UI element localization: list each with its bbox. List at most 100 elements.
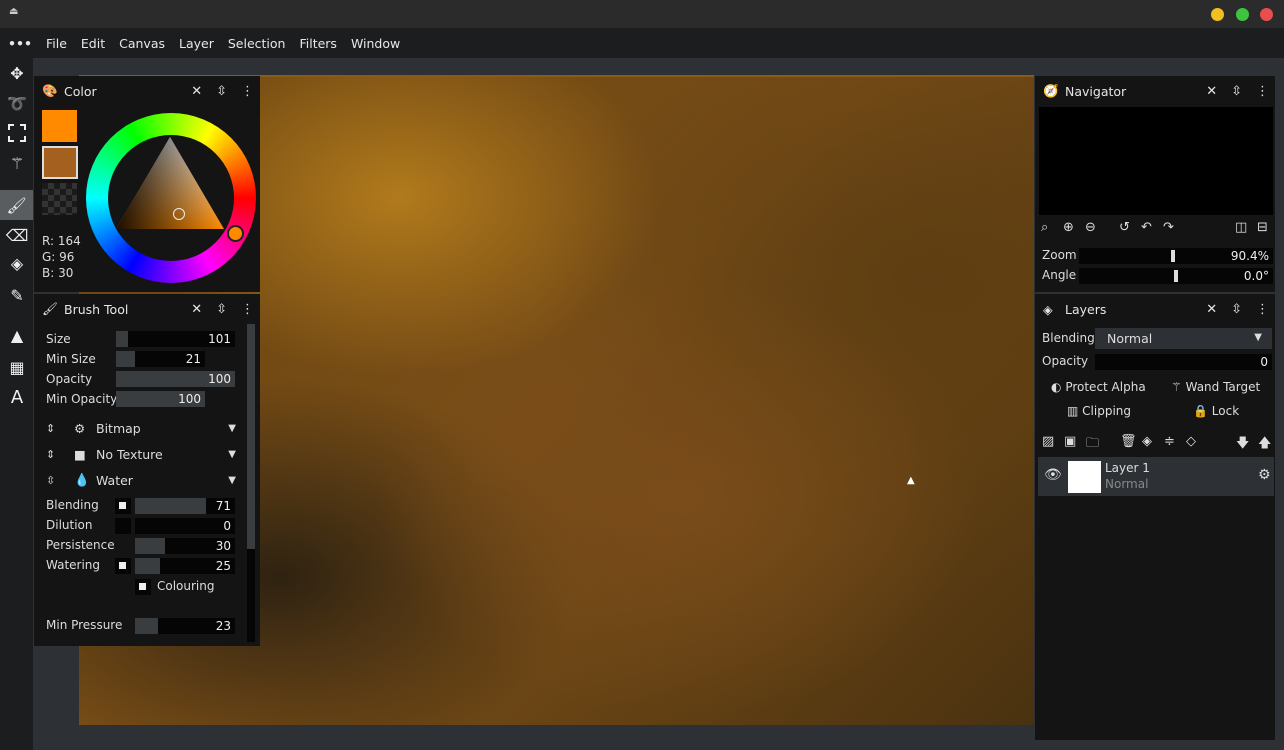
collapse-icon[interactable]: ⇳ [216,84,227,99]
move-down-icon[interactable]: 🡇 [1236,434,1249,456]
lasso-tool-icon[interactable]: ➰ [4,90,30,116]
visibility-eye-icon[interactable]: 👁 [1044,467,1062,483]
reorder-icon[interactable]: ⇳ [46,474,74,487]
close-icon[interactable]: ✕ [191,84,202,99]
rotate-left-icon[interactable]: ↶ [1141,220,1152,235]
layer-settings-gear-icon[interactable]: ⚙ [1258,467,1271,483]
gradient-tool-icon[interactable]: ▦ [4,354,30,380]
water-slider[interactable]: 0 [135,518,235,534]
collapse-icon[interactable]: ⇳ [1231,84,1242,99]
close-icon[interactable]: ✕ [191,302,202,317]
move-tool-icon[interactable]: ✥ [4,60,30,86]
close-icon[interactable]: ✕ [1206,84,1217,99]
collapse-icon[interactable]: ⇳ [216,302,227,317]
reset-rotation-icon[interactable]: ↺ [1119,220,1130,235]
new-mask-layer-icon[interactable]: ▣ [1064,434,1076,449]
brush-2-label: Opacity [46,372,93,386]
hue-handle[interactable] [227,225,244,242]
zoom-slider[interactable]: 90.4% [1079,248,1273,264]
close-button[interactable] [1260,8,1273,21]
fill-tool-icon[interactable]: ◈ [4,250,30,276]
layers-header: ◈ Layers ✕ ⇳ ⋮ [1035,294,1275,324]
zoom-value: 90.4% [1230,249,1269,263]
pressure-checkbox[interactable] [115,558,131,574]
water-slider[interactable]: 25 [135,558,235,574]
slider-value: 23 [215,619,231,633]
primary-color-swatch[interactable] [42,110,77,142]
wand-target-toggle[interactable]: ⚚ Wand Target [1171,380,1260,394]
menu-canvas[interactable]: Canvas [119,36,165,51]
brush-dropdown[interactable]: ⇕ ⚙ Bitmap ▼ [46,417,236,439]
layer-row[interactable]: 👁 Layer 1 Normal ⚙ [1038,457,1274,496]
reorder-icon[interactable]: ⇕ [46,422,74,435]
layer-opacity-slider[interactable]: 0 [1095,354,1272,370]
shapes-tool-icon[interactable]: ▲ [4,322,30,348]
minimize-button[interactable] [1211,8,1224,21]
pressure-checkbox[interactable] [115,498,131,514]
menu-file[interactable]: File [46,36,67,51]
delete-layer-icon[interactable]: 🗑 [1120,434,1137,449]
magic-wand-tool-icon[interactable]: ⚚ [4,150,30,176]
colouring-checkbox[interactable] [135,579,151,595]
menu-icon[interactable]: ⋮ [1256,302,1269,317]
merge-layer-icon[interactable]: ◈ [1142,434,1152,449]
angle-slider[interactable]: 0.0° [1079,268,1273,284]
water-slider[interactable]: 71 [135,498,235,514]
menu-layer[interactable]: Layer [179,36,214,51]
reorder-icon[interactable]: ⇕ [46,448,74,461]
water-slider[interactable]: 30 [135,538,235,554]
menu-selection[interactable]: Selection [228,36,286,51]
close-icon[interactable]: ✕ [1206,302,1217,317]
eraser-tool-icon[interactable]: ⌫ [4,222,30,248]
menu-icon[interactable]: ⋮ [241,302,254,317]
brush-slider[interactable]: 101 [116,331,235,347]
secondary-color-swatch[interactable] [42,146,78,179]
new-layer-icon[interactable]: ▨ [1042,434,1054,449]
more-icon[interactable]: ••• [8,36,32,51]
brush-tool-icon[interactable]: 🖌 [0,190,33,220]
scrollbar[interactable] [247,324,255,642]
brush-slider[interactable]: 100 [116,371,235,387]
window-menu-icon[interactable]: ⏏ [9,6,18,17]
blue-value: B: 30 [42,266,74,280]
zoom-fit-icon[interactable]: ⌕ [1041,220,1048,235]
pressure-checkbox[interactable] [115,518,131,534]
brush-dropdown[interactable]: ⇕ ■ No Texture ▼ [46,443,236,465]
menu-icon[interactable]: ⋮ [1256,84,1269,99]
transparent-swatch[interactable] [42,183,77,215]
move-up-icon[interactable]: 🡅 [1258,434,1271,456]
flip-horizontal-icon[interactable]: ◫ [1235,220,1247,235]
flip-vertical-icon[interactable]: ⊟ [1257,220,1268,235]
lock-toggle[interactable]: 🔒 Lock [1193,404,1239,418]
flatten-icon[interactable]: ≑ [1164,434,1175,449]
protect-alpha-label: Protect Alpha [1065,380,1146,394]
eyedropper-tool-icon[interactable]: ✎ [4,282,30,308]
color-panel: 🎨 Color ✕ ⇳ ⋮ R: 164 G: 96 B: 30 [34,76,260,292]
brush-dropdown[interactable]: ⇳ 💧 Water ▼ [46,469,236,491]
collapse-icon[interactable]: ⇳ [1231,302,1242,317]
menu-icon[interactable]: ⋮ [241,84,254,99]
zoom-in-icon[interactable]: ⊕ [1063,220,1074,235]
text-tool-icon[interactable]: A [4,384,30,410]
rotate-right-icon[interactable]: ↷ [1163,220,1174,235]
min-pressure-slider[interactable]: 23 [135,618,235,634]
navigator-preview[interactable] [1039,107,1273,215]
menu-filters[interactable]: Filters [299,36,336,51]
zoom-out-icon[interactable]: ⊖ [1085,220,1096,235]
blending-select[interactable]: Normal ▼ [1095,328,1272,349]
colouring-label: Colouring [157,579,215,593]
brush-slider[interactable]: 21 [116,351,205,367]
color-picker-handle[interactable] [173,208,185,220]
brush-slider[interactable]: 100 [116,391,205,407]
new-group-icon[interactable]: 🗀 [1086,434,1099,456]
hue-wheel[interactable] [86,113,256,283]
protect-alpha-toggle[interactable]: ◐ Protect Alpha [1051,380,1146,394]
clipping-toggle[interactable]: ▥ Clipping [1067,404,1131,418]
clear-layer-icon[interactable]: ◇ [1186,434,1196,449]
menu-edit[interactable]: Edit [81,36,105,51]
rect-select-tool-icon[interactable] [4,120,30,146]
blending-label: Blending [1042,331,1095,345]
maximize-button[interactable] [1236,8,1249,21]
menu-window[interactable]: Window [351,36,400,51]
slider-value: 71 [215,499,231,513]
